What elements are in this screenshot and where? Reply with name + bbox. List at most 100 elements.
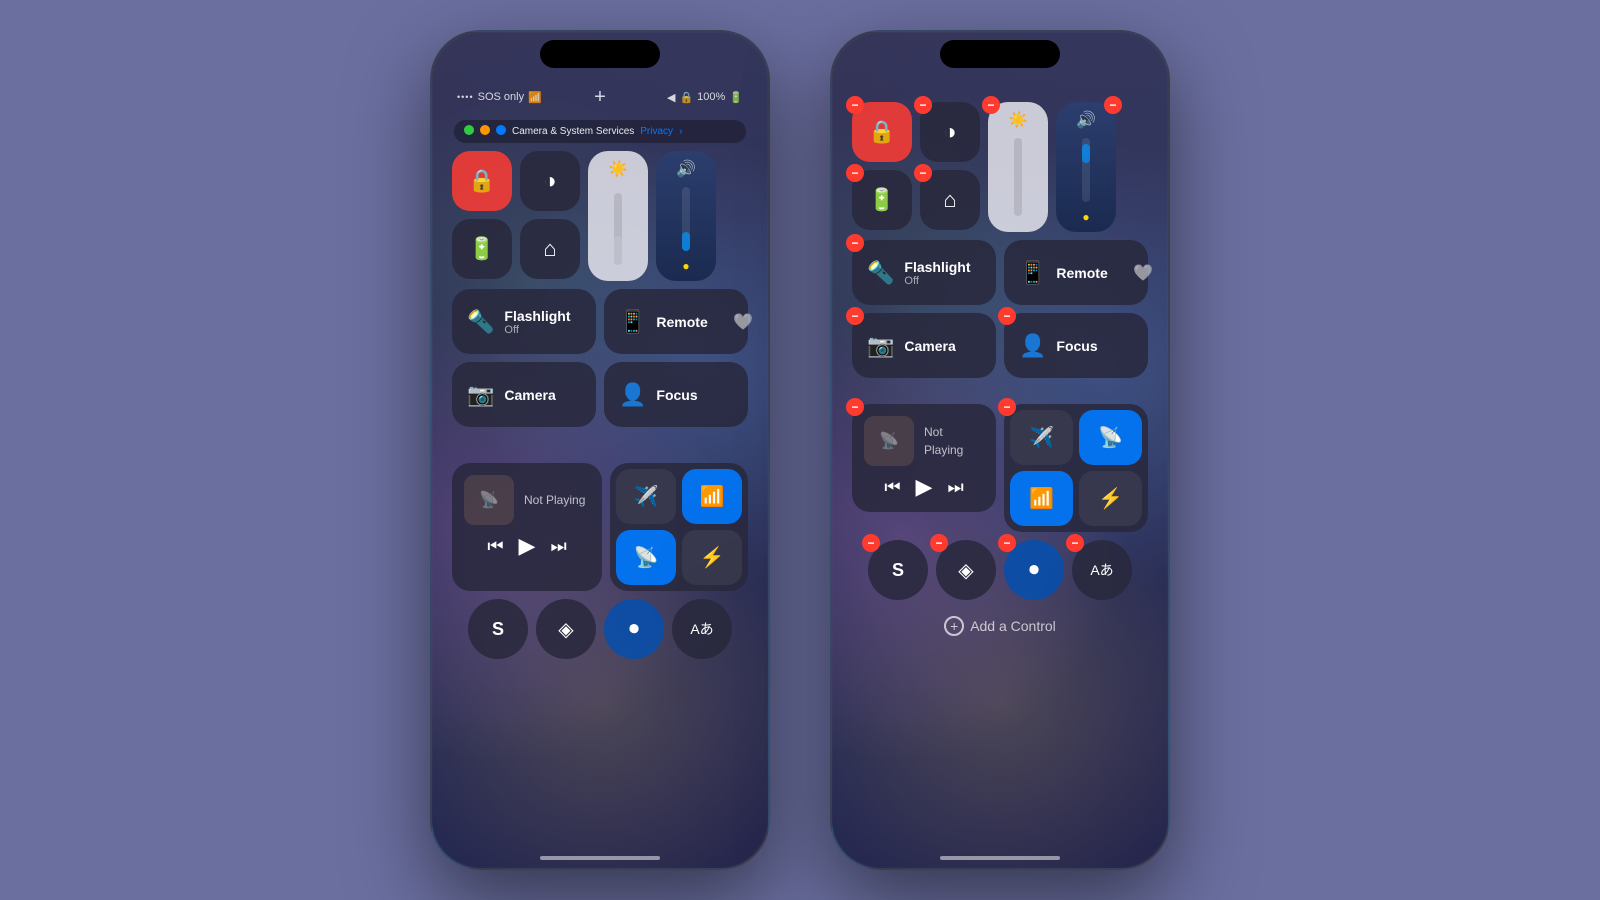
record-button[interactable]: ⏺ bbox=[604, 599, 664, 659]
location-icon: ◀ bbox=[667, 91, 675, 104]
low-power-wrap: − 🔋 bbox=[852, 170, 912, 230]
low-power-icon: 🔋 bbox=[468, 236, 495, 262]
status-bar-1: •••• SOS only 📶 + ◀ 🔒 100% 🔋 bbox=[452, 82, 748, 112]
airplane-button[interactable]: ✈️ bbox=[616, 469, 676, 524]
wifi-button[interactable]: 📶 bbox=[682, 469, 742, 524]
translate-button[interactable]: Aあ bbox=[672, 599, 732, 659]
add-control-plus[interactable]: + bbox=[944, 616, 964, 636]
translate-wrap: − Aあ bbox=[1072, 540, 1132, 600]
rewind-button[interactable]: ⏮ bbox=[487, 536, 503, 557]
translate-icon-2: Aあ bbox=[1090, 560, 1113, 580]
media-connectivity-row-2: − 📡 Not Playing ⏮ ▶ bbox=[852, 404, 1148, 532]
media-info-2: Not Playing bbox=[924, 423, 984, 459]
minus-badge-shazam[interactable]: − bbox=[862, 534, 880, 552]
focus-button[interactable]: 👤 Focus bbox=[604, 362, 748, 427]
camera-button-2[interactable]: 📷 Camera bbox=[852, 313, 996, 378]
minus-badge-layers[interactable]: − bbox=[930, 534, 948, 552]
rotation-lock-wrap: − 🔒 bbox=[852, 102, 912, 162]
not-playing-label: Not Playing bbox=[524, 493, 585, 507]
cc-row-camera-focus-2: − 📷 Camera − 👤 Focus bbox=[852, 313, 1148, 378]
focus-button-2[interactable]: 👤 Focus bbox=[1004, 313, 1148, 378]
layers-button[interactable]: ◈ bbox=[536, 599, 596, 659]
bluetooth-icon-2: ⚡ bbox=[1098, 486, 1123, 511]
volume-slider[interactable]: 🔊 ● bbox=[656, 151, 716, 281]
minus-badge-brightness[interactable]: − bbox=[982, 96, 1000, 114]
add-control-label: Add a Control bbox=[970, 618, 1056, 634]
flashlight-button-2[interactable]: 🔦 Flashlight Off bbox=[852, 240, 996, 305]
focus-icon-2: 👤 bbox=[1019, 333, 1046, 359]
privacy-link[interactable]: Privacy bbox=[640, 126, 673, 137]
minus-badge-home[interactable]: − bbox=[914, 164, 932, 182]
minus-badge-flashlight[interactable]: − bbox=[846, 234, 864, 252]
media-controls-2: ⏮ ▶ ⏭ bbox=[864, 474, 984, 500]
connectivity-grid: ✈️ 📶 📡 ⚡ bbox=[610, 463, 748, 591]
brightness-slider[interactable]: ☀️ bbox=[588, 151, 648, 281]
dark-mode-wrap: − ◑ bbox=[920, 102, 980, 162]
camera-icon: 📷 bbox=[467, 382, 494, 408]
home-wrap: − ⌂ bbox=[920, 170, 980, 230]
heart-icon[interactable]: 🤍 bbox=[733, 312, 753, 332]
fastforward-button-2[interactable]: ⏭ bbox=[947, 477, 963, 498]
focus-label-wrap: Focus bbox=[656, 387, 697, 403]
camera-icon-2: 📷 bbox=[867, 333, 894, 359]
minus-badge-media[interactable]: − bbox=[846, 398, 864, 416]
volume-icon-2: 🔊 bbox=[1076, 110, 1096, 130]
cc-row-flashlight-remote-2: − 🔦 Flashlight Off 📱 bbox=[852, 240, 1148, 305]
shazam-button[interactable]: S bbox=[468, 599, 528, 659]
volume-slider-2[interactable]: 🔊 ● bbox=[1056, 102, 1116, 232]
brightness-slider-2[interactable]: ☀️ bbox=[988, 102, 1048, 232]
cellular-button-2[interactable]: 📶 bbox=[1010, 471, 1073, 526]
minus-badge-dark[interactable]: − bbox=[914, 96, 932, 114]
rewind-button-2[interactable]: ⏮ bbox=[884, 477, 900, 498]
notch-2 bbox=[940, 40, 1060, 68]
small-controls-grid-2: − 🔒 − ◑ − bbox=[852, 102, 980, 232]
airplane-icon-2: ✈️ bbox=[1029, 425, 1054, 450]
minus-badge-focus[interactable]: − bbox=[998, 307, 1016, 325]
flashlight-remote-row-2: − 🔦 Flashlight Off 📱 bbox=[852, 240, 1148, 305]
airplane-button-2[interactable]: ✈️ bbox=[1010, 410, 1073, 465]
chevron-right-icon: › bbox=[679, 126, 682, 137]
plus-button[interactable]: + bbox=[594, 86, 606, 109]
play-button-2[interactable]: ▶ bbox=[916, 474, 933, 500]
camera-label-wrap: Camera bbox=[504, 387, 555, 403]
dark-mode-button[interactable]: ◑ bbox=[520, 151, 580, 211]
rotation-lock-icon-2: 🔒 bbox=[868, 119, 895, 145]
record-wrap: − ⏺ bbox=[1004, 540, 1064, 600]
minus-badge-power[interactable]: − bbox=[846, 164, 864, 182]
play-button[interactable]: ▶ bbox=[519, 533, 536, 559]
minus-badge-conn[interactable]: − bbox=[998, 398, 1016, 416]
cellular-button[interactable]: 📡 bbox=[616, 530, 676, 585]
bluetooth-button-2[interactable]: ⚡ bbox=[1079, 471, 1142, 526]
home-control-button[interactable]: ⌂ bbox=[520, 219, 580, 279]
camera-button[interactable]: 📷 Camera bbox=[452, 362, 596, 427]
dark-mode-icon: ◑ bbox=[543, 168, 556, 194]
airplay-icon: 📡 bbox=[479, 490, 499, 510]
flashlight-button[interactable]: 🔦 Flashlight Off bbox=[452, 289, 596, 354]
permission-bar[interactable]: Camera & System Services Privacy › bbox=[454, 120, 746, 143]
fastforward-button[interactable]: ⏭ bbox=[550, 536, 566, 557]
remote-icon: 📱 bbox=[619, 309, 646, 335]
rotation-lock-button[interactable]: 🔒 bbox=[452, 151, 512, 211]
minus-badge-volume[interactable]: − bbox=[1104, 96, 1122, 114]
minus-badge-camera[interactable]: − bbox=[846, 307, 864, 325]
low-power-button[interactable]: 🔋 bbox=[452, 219, 512, 279]
wifi-button-2[interactable]: 📡 bbox=[1079, 410, 1142, 465]
add-control-section[interactable]: + Add a Control bbox=[852, 608, 1148, 644]
top-controls-row: 🔒 ◑ 🔋 ⌂ bbox=[452, 151, 748, 281]
heart-icon-2[interactable]: 🤍 bbox=[1133, 263, 1153, 283]
media-info: Not Playing bbox=[524, 491, 590, 509]
remote-button[interactable]: 📱 Remote bbox=[604, 289, 748, 354]
layers-icon: ◈ bbox=[558, 617, 573, 642]
remote-button-2[interactable]: 📱 Remote bbox=[1004, 240, 1148, 305]
flashlight-wrap-2: − 🔦 Flashlight Off bbox=[852, 240, 996, 305]
rotation-lock-icon: 🔒 bbox=[468, 168, 495, 194]
minus-badge-translate[interactable]: − bbox=[1066, 534, 1084, 552]
minus-badge-record[interactable]: − bbox=[998, 534, 1016, 552]
cc-row-flashlight-remote: 🔦 Flashlight Off 📱 Remote bbox=[452, 289, 748, 354]
focus-label-wrap-2: Focus bbox=[1056, 338, 1097, 354]
bluetooth-button[interactable]: ⚡ bbox=[682, 530, 742, 585]
minus-badge-rotation[interactable]: − bbox=[846, 96, 864, 114]
camera-label-wrap-2: Camera bbox=[904, 338, 955, 354]
media-controls: ⏮ ▶ ⏭ bbox=[464, 533, 590, 559]
permission-text: Camera & System Services bbox=[512, 126, 634, 137]
